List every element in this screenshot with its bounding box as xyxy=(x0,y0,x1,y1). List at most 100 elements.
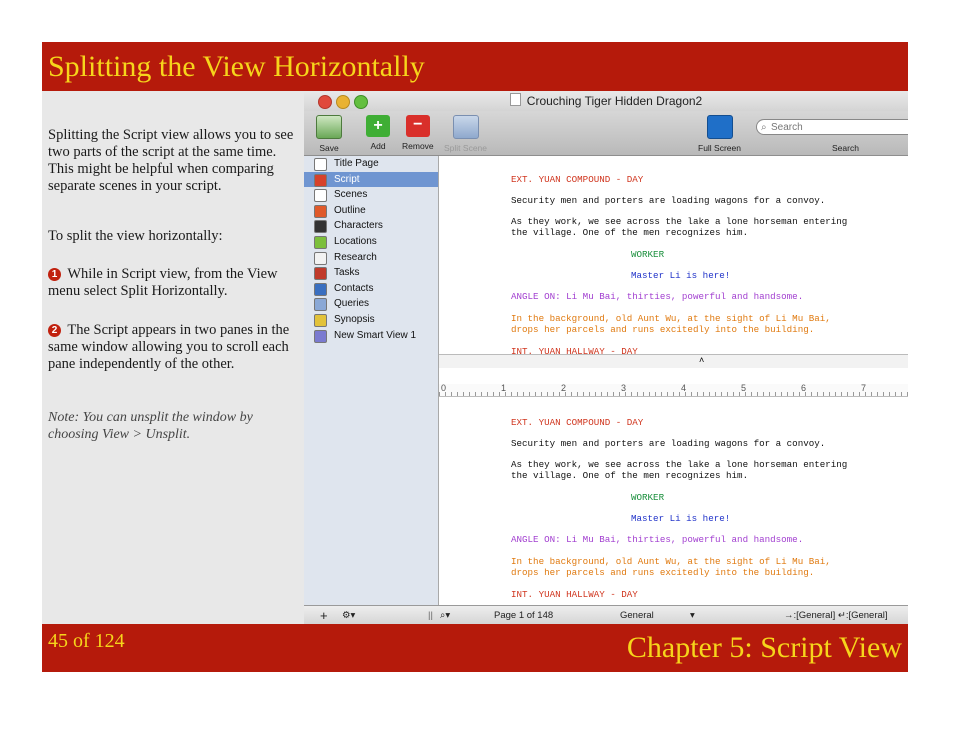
bottom-pane-script-line: ANGLE ON: Li Mu Bai, thirties, powerful … xyxy=(511,534,804,545)
contacts-icon xyxy=(314,282,327,296)
intro-paragraph: Splitting the Script view allows you to … xyxy=(48,127,294,194)
scenes-icon xyxy=(314,189,327,203)
remove-button[interactable]: − Remove xyxy=(402,115,434,151)
step-1-number: 1 xyxy=(48,268,61,281)
save-button[interactable]: Save xyxy=(316,115,342,153)
sidebar-item-new-smart-view-1[interactable]: New Smart View 1 xyxy=(304,328,438,344)
search-icon: ⌕ xyxy=(761,122,767,133)
top-pane-script-line: Security men and porters are loading wag… xyxy=(511,195,826,206)
sidebar-item-locations[interactable]: Locations xyxy=(304,234,438,250)
sidebar-item-script[interactable]: Script xyxy=(304,171,438,188)
sidebar-item-queries[interactable]: Queries xyxy=(304,296,438,312)
bottom-pane-script-line: Security men and porters are loading wag… xyxy=(511,438,826,449)
sidebar-item-tasks[interactable]: Tasks xyxy=(304,265,438,281)
document-icon xyxy=(509,93,521,106)
sidebar-item-research[interactable]: Research xyxy=(304,250,438,266)
sidebar-item-scenes[interactable]: Scenes xyxy=(304,187,438,203)
tasks-icon xyxy=(314,267,327,281)
smart-view-icon xyxy=(314,329,327,343)
bottom-pane-script-line: INT. YUAN HALLWAY - DAY xyxy=(511,589,638,600)
search-label: Search xyxy=(832,143,859,153)
sidebar-item-label: Script xyxy=(334,173,360,185)
plus-icon: + xyxy=(366,115,390,137)
step-2: 2 The Script appears in two panes in the… xyxy=(48,322,296,373)
script-pane-top[interactable]: EXT. YUAN COMPOUND - DAY Security men and… xyxy=(439,156,908,357)
footer-banner: 45 of 124 Chapter 5: Script View xyxy=(42,624,908,672)
sidebar-item-label: Locations xyxy=(334,235,377,247)
page-counter: 45 of 124 xyxy=(48,630,125,652)
top-pane-script-line: the village. One of the men recognizes h… xyxy=(511,227,749,238)
bottom-pane-script-line: drops her parcels and runs excitedly int… xyxy=(511,567,815,578)
save-icon xyxy=(316,115,342,139)
slide-title: Splitting the View Horizontally xyxy=(48,50,425,83)
sidebar-item-label: Synopsis xyxy=(334,313,375,325)
bottom-pane-script-line: In the background, old Aunt Wu, at the s… xyxy=(511,556,831,567)
gear-icon[interactable]: ⚙▾ xyxy=(342,606,355,624)
add-button[interactable]: + Add xyxy=(366,115,390,151)
window-titlebar: Crouching Tiger Hidden Dragon2 xyxy=(304,91,908,111)
sidebar-item-label: Research xyxy=(334,251,377,263)
sidebar-item-contacts[interactable]: Contacts xyxy=(304,281,438,297)
minus-icon: − xyxy=(405,115,430,137)
top-pane-script-line: In the background, old Aunt Wu, at the s… xyxy=(511,313,831,324)
views-sidebar: Title Page Script Scenes Outline Characters L… xyxy=(304,156,439,605)
sidebar-item-label: Title Page xyxy=(334,158,379,169)
title-banner: Splitting the View Horizontally xyxy=(42,42,908,91)
instructions-panel: Splitting the Script view allows you to … xyxy=(42,91,304,624)
status-bar: + ⚙▾ || ⌕▾ Page 1 of 148 General ▾ →:[Ge… xyxy=(304,605,908,624)
how-to-heading: To split the view horizontally: xyxy=(48,228,223,244)
sidebar-item-title-page[interactable]: Title Page xyxy=(304,156,438,172)
research-icon xyxy=(314,251,327,265)
pane-resize-handle[interactable]: || xyxy=(428,606,433,624)
top-pane-script-line: WORKER xyxy=(631,249,665,260)
step-2-number: 2 xyxy=(48,324,61,337)
script-pane-bottom[interactable]: EXT. YUAN COMPOUND - DAY Security men and… xyxy=(439,397,908,605)
pane-gap xyxy=(439,368,908,384)
top-pane-script-line: Master Li is here! xyxy=(631,270,731,281)
sidebar-item-synopsis[interactable]: Synopsis xyxy=(304,312,438,328)
sidebar-item-label: Outline xyxy=(334,204,366,216)
page-indicator: Page 1 of 148 xyxy=(494,610,554,621)
top-pane-script-line: drops her parcels and runs excitedly int… xyxy=(511,324,815,335)
ruler: 0 1 2 3 4 5 6 7 xyxy=(439,383,908,397)
locations-icon xyxy=(314,235,327,249)
chevron-down-icon[interactable]: ▾ xyxy=(690,606,695,624)
sidebar-item-label: New Smart View 1 xyxy=(334,329,417,341)
ruler-number: 1 xyxy=(501,383,507,393)
full-screen-icon xyxy=(706,115,733,139)
search-input[interactable]: ⌕ Search xyxy=(756,119,908,135)
ruler-number: 3 xyxy=(621,383,627,393)
top-pane-script-line: As they work, we see across the lake a l… xyxy=(511,216,848,227)
toolbar: Save + Add − Remove Split Scene Full Scr… xyxy=(304,111,908,156)
sidebar-item-label: Tasks xyxy=(334,267,360,279)
split-scene-icon xyxy=(452,115,479,139)
zoom-search-icon[interactable]: ⌕▾ xyxy=(440,606,450,624)
synopsis-icon xyxy=(314,313,327,327)
ruler-number: 5 xyxy=(741,383,747,393)
bottom-pane-script-line: EXT. YUAN COMPOUND - DAY xyxy=(511,417,644,428)
split-scene-button[interactable]: Split Scene xyxy=(444,115,487,153)
element-style-select[interactable]: General xyxy=(620,606,654,624)
sidebar-item-label: Characters xyxy=(334,220,383,232)
step-1: 1 While in Script view, from the View me… xyxy=(48,266,296,300)
script-icon xyxy=(314,173,327,187)
ruler-number: 0 xyxy=(441,383,447,393)
window-title: Crouching Tiger Hidden Dragon2 xyxy=(304,93,908,108)
ruler-number: 6 xyxy=(801,383,807,393)
bottom-pane-script-line: As they work, we see across the lake a l… xyxy=(511,459,848,470)
app-window: Crouching Tiger Hidden Dragon2 Save + Ad… xyxy=(304,91,908,624)
step-1-text: While in Script view, from the View menu… xyxy=(48,266,278,299)
full-screen-button[interactable]: Full Screen xyxy=(698,115,741,153)
bottom-pane-script-line: the village. One of the men recognizes h… xyxy=(511,470,749,481)
chapter-title: Chapter 5: Script View xyxy=(626,631,902,664)
bottom-pane-script-line: WORKER xyxy=(631,492,665,503)
sidebar-item-outline[interactable]: Outline xyxy=(304,203,438,219)
step-2-text: The Script appears in two panes in the s… xyxy=(48,322,290,372)
sidebar-item-characters[interactable]: Characters xyxy=(304,218,438,234)
add-view-button[interactable]: + xyxy=(320,606,328,624)
ruler-number: 4 xyxy=(681,383,687,393)
top-pane-script-line: ANGLE ON: Li Mu Bai, thirties, powerful … xyxy=(511,291,804,302)
title-page-icon xyxy=(314,158,327,171)
note-text: Note: You can unsplit the window by choo… xyxy=(48,410,253,442)
top-pane-script-line: EXT. YUAN COMPOUND - DAY xyxy=(511,174,644,185)
